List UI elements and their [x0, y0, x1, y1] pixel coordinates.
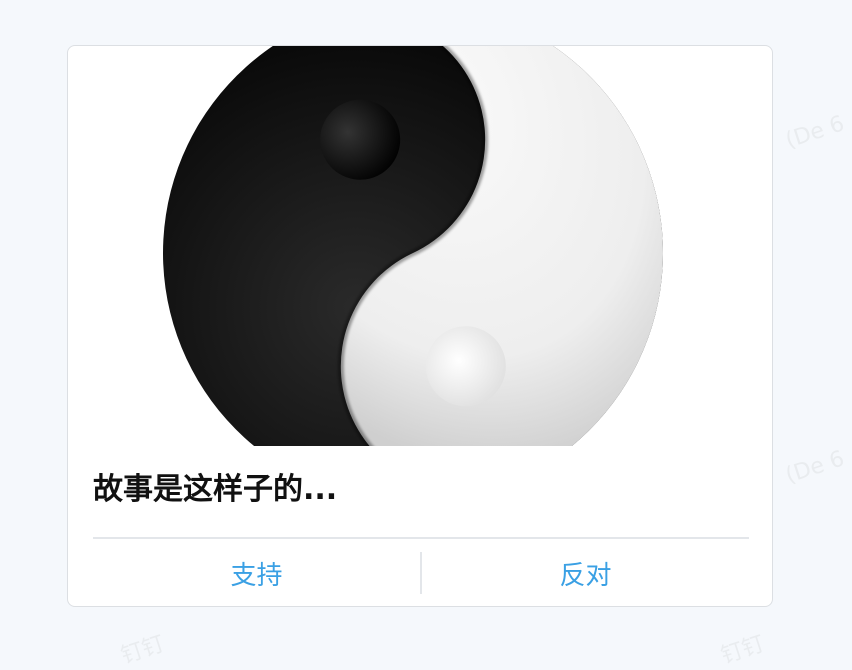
watermark-text: (De 6	[782, 111, 848, 154]
message-card: 故事是这样子的... 支持 反对	[67, 45, 773, 607]
watermark-text: 钉钉	[717, 631, 768, 670]
watermark-text: 钉钉	[117, 631, 168, 670]
oppose-button[interactable]: 反对	[422, 551, 749, 595]
yin-yang-icon	[163, 46, 663, 446]
support-button[interactable]: 支持	[93, 551, 420, 595]
divider	[93, 537, 749, 539]
watermark-text: (De 6	[782, 446, 848, 489]
action-bar: 支持 反对	[93, 551, 749, 595]
card-title: 故事是这样子的...	[93, 472, 338, 507]
card-image	[68, 46, 772, 446]
